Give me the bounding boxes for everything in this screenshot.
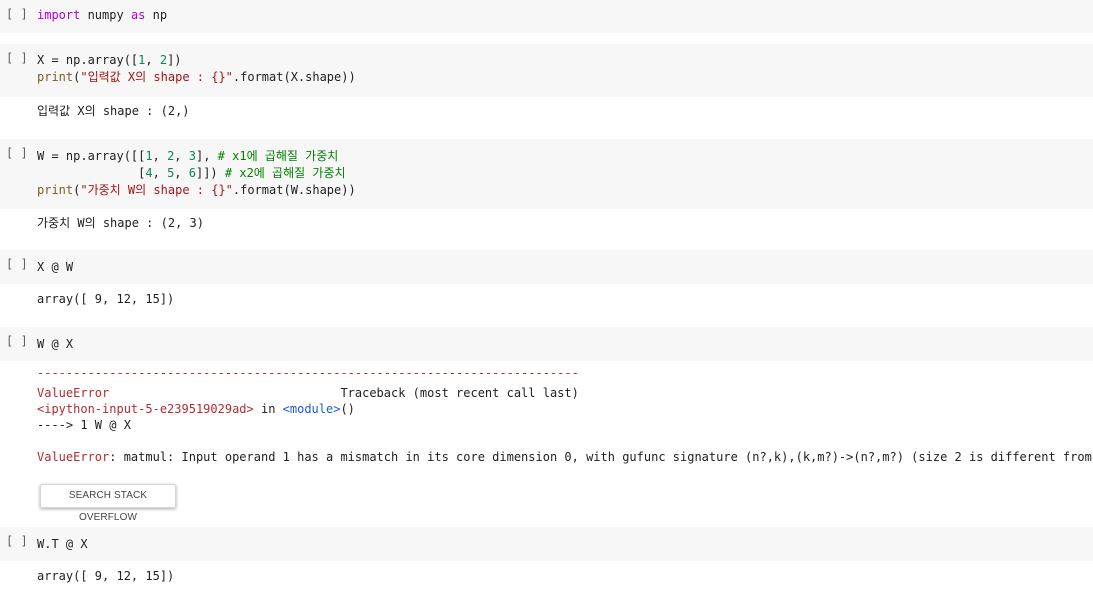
module-link[interactable]: <module> [283,402,341,416]
code-token: [ [37,166,146,180]
alias-name: np [145,8,168,22]
traceback-location: <ipython-input-5-e239519029ad> in <modul… [37,401,355,417]
search-stack-overflow-button[interactable]: SEARCH STACK OVERFLOW [40,484,176,523]
code-comment: # x2에 곱해질 가중치 [224,166,346,180]
module-name: numpy [80,8,131,22]
error-message: ValueError: matmul: Input operand 1 has … [37,449,1093,465]
code-cell-5[interactable]: [ ] W @ X [0,327,1093,361]
builtin-print: print [37,70,74,84]
code-token: , [174,166,189,180]
traceback-text: in [253,402,283,416]
code-token: .format(X.shape)) [232,70,356,84]
code-line[interactable]: X = np.array([1, 2]) [37,52,182,69]
error-name: ValueError [37,386,110,400]
number-literal: 2 [159,53,168,67]
cell-output: array([ 9, 12, 15]) [37,569,175,583]
code-line[interactable]: print("입력값 X의 shape : {}".format(X.shape… [37,69,356,86]
code-token: .format(W.shape)) [232,183,356,197]
cell-output: 입력값 X의 shape : (2,) [37,104,190,118]
error-name: ValueError [37,450,110,464]
number-literal: 1 [145,149,153,163]
code-cell-3[interactable]: [ ] W = np.array([[1, 2, 3], # x1에 곱해질 가… [0,139,1093,209]
builtin-print: print [37,183,74,197]
code-line[interactable]: W.T @ X [37,536,88,553]
code-line[interactable]: W = np.array([[1, 2, 3], # x1에 곱해질 가중치 [37,148,338,165]
run-cell-button[interactable]: [ ] [6,334,30,350]
run-cell-button[interactable]: [ ] [6,146,30,162]
number-literal: 4 [145,166,153,180]
code-token: , [174,149,189,163]
code-line[interactable]: print("가중치 W의 shape : {}".format(W.shape… [37,182,356,199]
code-cell-2[interactable]: [ ] X = np.array([1, 2]) print("입력값 X의 s… [0,44,1093,97]
traceback-rule: ----------------------------------------… [37,366,579,380]
number-literal: 6 [188,166,196,180]
code-token: ], [195,149,218,163]
code-token: , [145,53,160,67]
run-cell-button[interactable]: [ ] [6,51,30,67]
cell-output: array([ 9, 12, 15]) [37,292,175,306]
keyword-as: as [130,8,146,22]
code-line[interactable]: import numpy as np [37,7,167,24]
code-line[interactable]: X @ W [37,259,73,276]
string-literal: "입력값 X의 shape : {}" [80,70,233,84]
traceback-label: Traceback (most recent call last) [109,386,579,400]
run-cell-button[interactable]: [ ] [6,534,30,550]
cell-output: 가중치 W의 shape : (2, 3) [37,216,204,230]
traceback-arrow-line: ----> 1 W @ X [37,418,131,432]
run-cell-button[interactable]: [ ] [6,257,30,273]
code-token: ]) [167,53,182,67]
code-cell-1[interactable]: [ ] import numpy as np [0,0,1093,33]
code-token: ]]) [195,166,225,180]
traceback-header: ValueError Traceback (most recent call l… [37,385,579,401]
number-literal: 3 [188,149,196,163]
code-comment: # x1에 곱해질 가중치 [217,149,339,163]
code-cell-6[interactable]: [ ] W.T @ X [0,527,1093,561]
code-token: , [152,149,168,163]
keyword-import: import [37,8,81,22]
string-literal: "가중치 W의 shape : {}" [80,183,233,197]
code-line[interactable]: W @ X [37,336,73,353]
code-token: W = np.array([[ [37,149,146,163]
code-line[interactable]: [4, 5, 6]]) # x2에 곱해질 가중치 [37,165,346,182]
error-text: : matmul: Input operand 1 has a mismatch… [109,450,1093,464]
code-token: , [152,166,168,180]
code-token: X = np.array([ [37,53,139,67]
traceback-text: () [340,402,355,416]
input-reference: <ipython-input-5-e239519029ad> [37,402,254,416]
run-cell-button[interactable]: [ ] [6,7,30,23]
code-cell-4[interactable]: [ ] X @ W [0,250,1093,284]
